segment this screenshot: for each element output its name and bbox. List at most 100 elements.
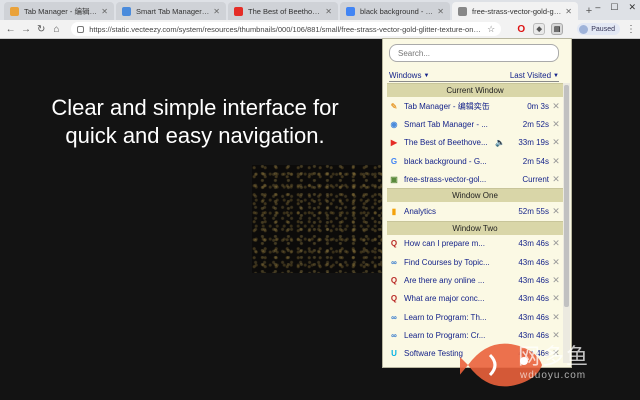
glitter-image <box>252 165 384 273</box>
close-tab-icon[interactable]: ✕ <box>549 238 563 249</box>
coursera-icon: ∞ <box>391 330 397 340</box>
browser-tab[interactable]: black background - Google S ✕ <box>340 2 450 20</box>
quora-icon: Q <box>390 276 398 286</box>
forward-icon[interactable]: → <box>19 24 32 35</box>
group-by-dropdown[interactable]: Windows ▼ <box>389 70 429 81</box>
group-by-label: Windows <box>389 71 422 80</box>
tab-title: Find Courses by Topic... <box>404 257 490 267</box>
chevron-down-icon: ▼ <box>553 72 559 79</box>
close-tab-icon[interactable]: ✕ <box>549 275 563 286</box>
tab-title: Learn to Program: Th... <box>404 312 487 322</box>
paused-label: Paused <box>591 25 615 33</box>
tab-list-item[interactable]: ◉ Smart Tab Manager - ... 2m 52s ✕ <box>387 115 563 133</box>
scrollbar-thumb[interactable] <box>564 85 569 307</box>
close-tab-icon[interactable]: ✕ <box>549 206 563 217</box>
last-visited-time: 43m 46s <box>518 276 549 286</box>
divider <box>389 81 559 82</box>
reload-icon[interactable]: ↻ <box>35 24 48 35</box>
profile-paused-button[interactable]: Paused <box>577 23 620 35</box>
tab-label: black background - Google S <box>360 6 433 16</box>
maximize-icon[interactable]: ☐ <box>610 2 618 13</box>
tab-label: The Best of Beethoven - Y <box>248 6 322 16</box>
minimize-icon[interactable]: – <box>595 2 600 13</box>
tab-list-item[interactable]: ▣ free-strass-vector-gol... Current ✕ <box>387 170 563 188</box>
close-tab-icon[interactable]: ✕ <box>549 174 563 185</box>
address-bar[interactable]: https://static.vecteezy.com/system/resou… <box>71 22 502 36</box>
google-icon <box>346 6 355 16</box>
tab-list-item[interactable]: ∞ Learn to Program: Th... 43m 46s ✕ <box>387 308 563 326</box>
close-tab-icon[interactable]: ✕ <box>549 137 563 148</box>
quora-icon: Q <box>390 294 398 304</box>
browser-tab[interactable]: The Best of Beethoven - Y✕ <box>228 2 338 20</box>
close-tab-icon[interactable]: ✕ <box>549 293 563 304</box>
tab-list-item[interactable]: Q How can I prepare m... 43m 46s ✕ <box>387 235 563 253</box>
back-icon[interactable]: ← <box>4 24 17 35</box>
tab-list-item[interactable]: ∞ Find Courses by Topic... 43m 46s ✕ <box>387 253 563 271</box>
sort-by-label: Last Visited <box>509 71 552 80</box>
note-icon <box>10 6 19 16</box>
close-tab-icon[interactable]: ✕ <box>565 7 572 16</box>
speaker-icon[interactable]: 🔈 <box>495 138 505 147</box>
close-tab-icon[interactable]: ✕ <box>325 7 332 16</box>
last-visited-time: 52m 55s <box>518 207 549 217</box>
browser-tab[interactable]: Smart Tab Manager - Chrome ✕ <box>116 2 226 20</box>
tab-list-item[interactable]: Q Are there any online ... 43m 46s ✕ <box>387 271 563 289</box>
tab-strip: Tab Manager - 编辑奕缶✕Smart Tab Manager - C… <box>0 0 640 20</box>
quora-icon: Q <box>390 239 398 249</box>
last-visited-time: 2m 52s <box>522 119 549 129</box>
last-visited-time: 43m 46s <box>518 294 549 304</box>
close-tab-icon[interactable]: ✕ <box>101 7 108 16</box>
tab-manager-extension-icon[interactable]: ▤ <box>551 23 564 35</box>
analytics-icon: ▮ <box>391 207 397 217</box>
page-icon <box>458 6 467 16</box>
chevron-down-icon: ▼ <box>423 72 430 79</box>
close-tab-icon[interactable]: ✕ <box>549 119 563 130</box>
window-section-header[interactable]: Window One <box>387 188 563 203</box>
page-icon: ▣ <box>390 174 398 184</box>
close-window-icon[interactable]: ✕ <box>628 2 636 13</box>
home-icon[interactable]: ⌂ <box>50 24 63 35</box>
tab-list-item[interactable]: ▮ Analytics 52m 55s ✕ <box>387 202 563 220</box>
url-text: https://static.vecteezy.com/system/resou… <box>89 24 484 34</box>
menu-icon[interactable]: ⋮ <box>626 24 636 35</box>
search-input[interactable] <box>389 44 559 62</box>
scrollbar[interactable] <box>563 83 570 363</box>
tab-title: free-strass-vector-gol... <box>404 174 487 184</box>
opera-extension-icon[interactable]: O <box>515 23 527 35</box>
tab-label: Tab Manager - 编辑奕缶 <box>24 6 98 16</box>
close-tab-icon[interactable]: ✕ <box>549 156 563 167</box>
browser-tab[interactable]: Tab Manager - 编辑奕缶 ✕ <box>4 2 114 20</box>
browser-window: Tab Manager - 编辑奕缶✕Smart Tab Manager - C… <box>0 0 640 400</box>
close-tab-icon[interactable]: ✕ <box>437 7 444 16</box>
tab-list-item[interactable]: ▶ The Best of Beethove... 🔈 33m 19s ✕ <box>387 134 563 152</box>
chrome-store-icon <box>122 6 131 16</box>
close-tab-icon[interactable]: ✕ <box>549 257 563 268</box>
browser-toolbar: ← → ↻ ⌂ https://static.vecteezy.com/syst… <box>0 20 640 39</box>
window-controls: – ☐ ✕ <box>595 2 636 13</box>
shield-extension-icon[interactable]: ◆ <box>533 23 546 35</box>
bookmark-star-icon[interactable]: ☆ <box>487 24 495 35</box>
tab-title: Analytics <box>404 207 437 217</box>
close-tab-icon[interactable]: ✕ <box>549 312 563 323</box>
chrome-store-icon: ◉ <box>390 119 398 129</box>
window-section-header[interactable]: Current Window <box>387 83 563 97</box>
close-tab-icon[interactable]: ✕ <box>549 101 563 112</box>
last-visited-time: 0m 3s <box>527 101 549 111</box>
hero-text: Clear and simple interface for quick and… <box>51 95 339 148</box>
tab-list-item[interactable]: ✎ Tab Manager - 编辑奕缶 0m 3s ✕ <box>387 97 563 115</box>
lock-icon <box>77 25 85 33</box>
tab-title: black background - G... <box>404 156 487 166</box>
coursera-icon: ∞ <box>391 257 397 267</box>
youtube-icon: ▶ <box>390 138 398 148</box>
tab-list-item[interactable]: Q What are major conc... 43m 46s ✕ <box>387 290 563 308</box>
window-section-header[interactable]: Window Two <box>387 220 563 235</box>
sort-by-dropdown[interactable]: Last Visited ▼ <box>510 70 559 81</box>
watermark-text: 网多鱼 <box>518 344 591 369</box>
tab-label: Smart Tab Manager - Chrome <box>136 6 209 16</box>
tab-title: How can I prepare m... <box>404 239 485 249</box>
tab-manager-popup: Windows▼ Last Visited▼ Current Window✎Ta… <box>382 38 572 368</box>
close-tab-icon[interactable]: ✕ <box>213 7 220 16</box>
browser-tab[interactable]: free-strass-vector-gold-glitte ✕ <box>452 2 578 20</box>
last-visited-time: 2m 54s <box>522 156 549 166</box>
tab-list-item[interactable]: Gblack background - G... 2m 54s ✕ <box>387 152 563 170</box>
